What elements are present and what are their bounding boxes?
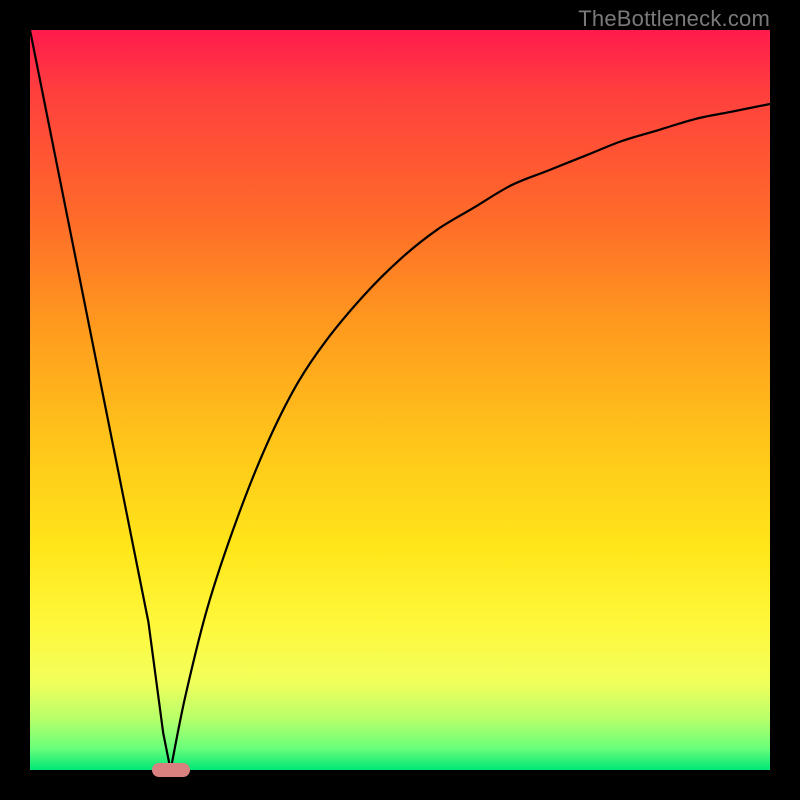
curve-path xyxy=(30,30,770,770)
plot-area xyxy=(30,30,770,770)
optimal-marker xyxy=(152,763,190,777)
chart-frame: TheBottleneck.com xyxy=(0,0,800,800)
bottleneck-curve xyxy=(30,30,770,770)
watermark-text: TheBottleneck.com xyxy=(578,6,770,32)
